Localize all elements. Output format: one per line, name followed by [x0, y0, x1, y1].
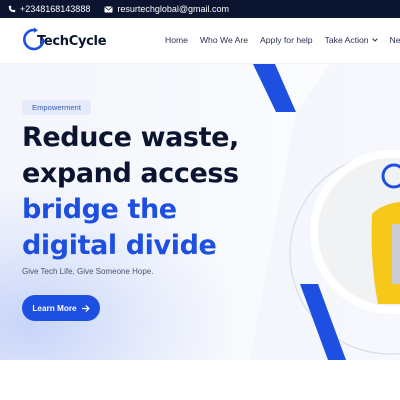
learn-more-button[interactable]: Learn More — [22, 295, 100, 321]
email-address: resurtechglobal@gmail.com — [117, 4, 230, 14]
arrow-right-icon — [81, 304, 90, 312]
section-below-hero — [0, 360, 400, 400]
hero-headline: Reduce waste, expand access bridge the d… — [22, 120, 282, 264]
headline-line-1: Reduce waste, — [22, 122, 239, 153]
brand-name: TechCycle — [37, 33, 107, 49]
hero-tagline: Give Tech Life, Give Someone Hope. — [22, 267, 154, 276]
nav-item-apply-for-help[interactable]: Apply for help — [260, 35, 313, 45]
headline-line-4: digital divide — [22, 230, 217, 261]
nav-menu: Home Who We Are Apply for help Take Acti… — [165, 35, 400, 45]
headline-line-2: expand access — [22, 158, 239, 189]
nav-item-news[interactable]: News — [390, 35, 400, 45]
category-badge: Empowerment — [22, 100, 91, 115]
contact-bar: +2348168143888 resurtechglobal@gmail.com — [0, 0, 400, 18]
chevron-down-icon — [371, 38, 378, 42]
phone-contact[interactable]: +2348168143888 — [8, 4, 90, 14]
nav-item-home[interactable]: Home — [165, 35, 188, 45]
blue-stripe-shape — [253, 64, 296, 112]
phone-number: +2348168143888 — [20, 4, 91, 14]
mail-icon — [104, 6, 113, 12]
brand-logo[interactable]: TechCycle — [22, 27, 107, 53]
main-navigation: TechCycle Home Who We Are Apply for help… — [0, 18, 400, 64]
nav-item-take-action[interactable]: Take Action — [325, 35, 378, 45]
hero-section: Empowerment Reduce waste, expand access … — [0, 64, 400, 360]
phone-icon — [8, 5, 16, 13]
email-contact[interactable]: resurtechglobal@gmail.com — [104, 4, 229, 14]
laptop-shape — [392, 224, 400, 284]
learn-more-label: Learn More — [32, 303, 77, 313]
headline-line-3: bridge the — [22, 194, 177, 225]
recycle-logo-icon — [22, 27, 46, 53]
nav-item-who-we-are[interactable]: Who We Are — [200, 35, 248, 45]
